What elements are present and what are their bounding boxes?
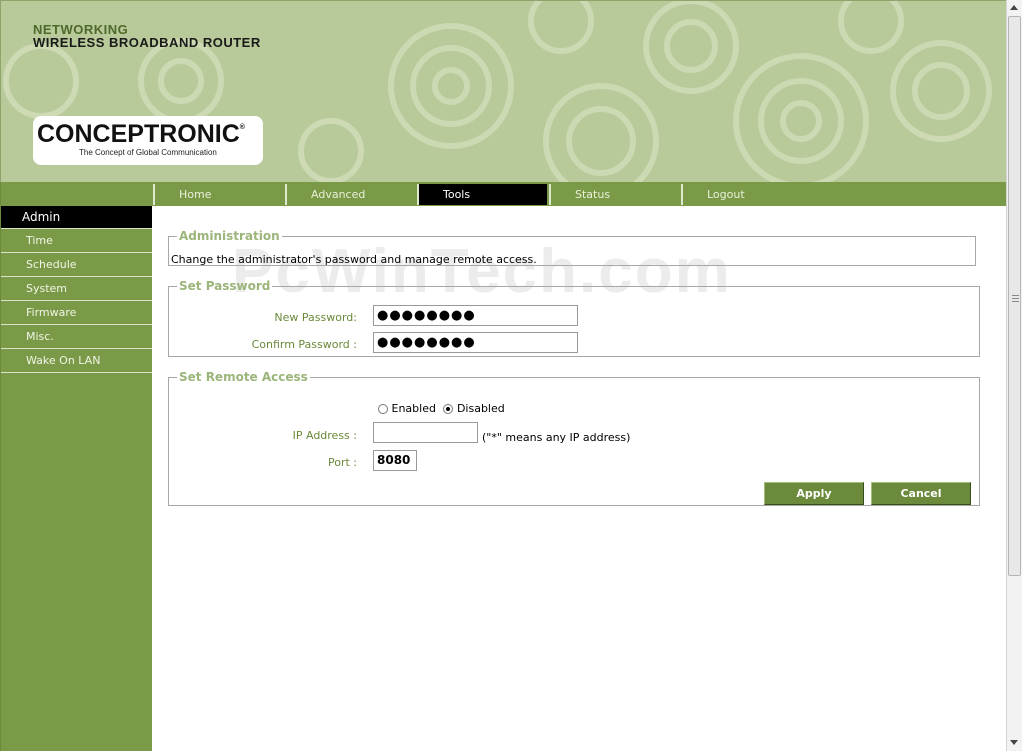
tab-logout[interactable]: Logout	[681, 184, 811, 205]
registered-mark: ®	[239, 124, 245, 131]
sidebar-item-wake-on-lan[interactable]: Wake On LAN	[1, 350, 152, 373]
enabled-label: Enabled	[391, 402, 436, 415]
remote-access-section: Set Remote Access Enabled Disabled IP Ad…	[168, 370, 980, 506]
scroll-grip-line	[1012, 301, 1019, 302]
sidebar-item-schedule[interactable]: Schedule	[1, 254, 152, 277]
vertical-scrollbar[interactable]	[1006, 0, 1022, 751]
logo-tagline: The Concept of Global Communication	[79, 148, 217, 157]
ip-address-hint: ("*" means any IP address)	[482, 431, 631, 444]
tab-status[interactable]: Status	[549, 184, 679, 205]
confirm-password-label: Confirm Password :	[251, 338, 357, 351]
confirm-password-input[interactable]: ●●●●●●●●	[373, 332, 578, 353]
sidebar-item-misc[interactable]: Misc.	[1, 326, 152, 349]
tab-tools[interactable]: Tools	[417, 184, 547, 205]
ip-address-label: IP Address :	[292, 429, 357, 442]
top-nav-bar: Home Advanced Tools Status Logout	[0, 182, 1006, 206]
administration-section: Administration Change the administrator'…	[168, 229, 976, 266]
conceptronic-logo: CONCEPTRONIC® The Concept of Global Comm…	[33, 116, 263, 165]
scroll-down-arrow-icon[interactable]	[1010, 740, 1018, 745]
set-password-legend: Set Password	[179, 279, 271, 293]
new-password-input[interactable]: ●●●●●●●●	[373, 305, 578, 326]
remote-access-legend: Set Remote Access	[179, 370, 308, 384]
cancel-button[interactable]: Cancel	[871, 482, 971, 505]
scroll-grip-line	[1012, 298, 1019, 299]
sidebar: Admin Time Schedule System Firmware Misc…	[0, 206, 152, 751]
tab-home[interactable]: Home	[153, 184, 283, 205]
apply-button[interactable]: Apply	[764, 482, 864, 505]
sidebar-item-firmware[interactable]: Firmware	[1, 302, 152, 325]
sidebar-item-admin[interactable]: Admin	[1, 206, 152, 229]
port-label: Port :	[327, 456, 357, 469]
disabled-radio[interactable]	[443, 404, 454, 414]
scroll-up-arrow-icon[interactable]	[1010, 5, 1018, 10]
administration-description: Change the administrator's password and …	[171, 253, 537, 266]
disabled-label: Disabled	[456, 402, 505, 415]
new-password-label: New Password:	[274, 311, 357, 324]
sidebar-item-system[interactable]: System	[1, 278, 152, 301]
scroll-grip-line	[1012, 295, 1019, 296]
remote-access-radio-group: Enabled Disabled	[378, 402, 505, 415]
header-banner: NETWORKING WIRELESS BROADBAND ROUTER CON…	[0, 0, 1006, 182]
sidebar-item-time[interactable]: Time	[1, 230, 152, 253]
port-input[interactable]: 8080	[373, 450, 417, 471]
administration-legend: Administration	[179, 229, 280, 243]
brand-product-text: WIRELESS BROADBAND ROUTER	[33, 35, 261, 50]
set-password-section: Set Password New Password: ●●●●●●●● Conf…	[168, 279, 980, 357]
enabled-radio[interactable]	[378, 404, 388, 414]
logo-name: CONCEPTRONIC®	[37, 120, 245, 148]
scroll-thumb[interactable]	[1008, 16, 1021, 576]
ip-address-input[interactable]	[373, 422, 478, 443]
tab-advanced[interactable]: Advanced	[285, 184, 415, 205]
